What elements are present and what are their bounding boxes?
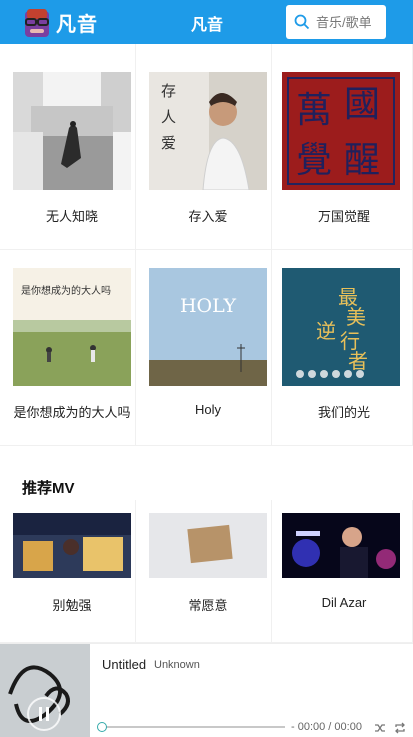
- cover-text: 人: [161, 108, 176, 126]
- cover-text: HOLY: [180, 295, 237, 317]
- mv-cover[interactable]: [282, 513, 400, 578]
- progress-knob[interactable]: [97, 722, 107, 732]
- page-title: 凡音: [190, 17, 223, 34]
- cover-text: 覺: [296, 140, 332, 181]
- album-card[interactable]: 萬 國 覺 醒 万国觉醒: [272, 44, 413, 250]
- album-title: 存入爱: [188, 209, 228, 224]
- now-playing-cover[interactable]: [0, 644, 90, 737]
- album-cover[interactable]: 最 美 逆 行 者: [282, 268, 400, 386]
- mv-cover[interactable]: [13, 513, 131, 578]
- app-logo[interactable]: 凡音: [22, 6, 108, 38]
- cover-text: 存: [161, 82, 176, 100]
- cover-text: 者: [348, 349, 368, 373]
- search-input[interactable]: [316, 14, 386, 30]
- album-title: Holy: [194, 402, 221, 417]
- mv-title: 常愿意: [188, 598, 228, 613]
- logo-avatar-icon: [22, 7, 52, 37]
- album-card[interactable]: 无人知晓: [0, 44, 136, 250]
- album-cover[interactable]: 萬 國 覺 醒: [282, 72, 400, 190]
- album-title: 是你想成为的大人吗: [13, 405, 131, 420]
- track-artist: Unknown: [154, 659, 200, 671]
- mv-card[interactable]: 常愿意: [136, 500, 272, 643]
- track-title: Untitled: [102, 657, 147, 672]
- album-cover[interactable]: 存 人 爱: [149, 72, 267, 190]
- search-box[interactable]: [286, 5, 386, 39]
- cover-text: 爱: [161, 134, 176, 152]
- progress-bar[interactable]: [97, 722, 285, 732]
- album-cover[interactable]: HOLY: [149, 268, 267, 386]
- album-title: 无人知晓: [45, 209, 98, 224]
- cover-text: 是你想成为的大人吗: [21, 284, 111, 297]
- repeat-icon[interactable]: [394, 721, 406, 734]
- cover-text: 國: [344, 84, 380, 125]
- cover-text: 醒: [344, 140, 380, 181]
- app-header: 凡音 凡音: [0, 0, 413, 44]
- album-cover[interactable]: [13, 72, 131, 190]
- album-card[interactable]: HOLY Holy: [136, 250, 272, 446]
- mv-card[interactable]: 别勉强: [0, 500, 136, 643]
- time-display: - 00:00 / 00:00: [291, 721, 362, 733]
- album-cover[interactable]: 是你想成为的大人吗: [13, 268, 131, 386]
- mv-title: Dil Azar: [321, 595, 367, 610]
- album-card[interactable]: 最 美 逆 行 者 我们的光: [272, 250, 413, 446]
- mv-title: 别勉强: [52, 598, 92, 613]
- cover-text: 美: [346, 305, 366, 329]
- logo-text: 凡音: [56, 13, 98, 36]
- mv-card[interactable]: Dil Azar: [272, 500, 413, 643]
- album-title: 万国觉醒: [317, 209, 370, 224]
- shuffle-icon[interactable]: [374, 721, 386, 733]
- mv-cover[interactable]: [149, 513, 267, 578]
- album-card[interactable]: 是你想成为的大人吗 是你想成为的大人吗: [0, 250, 136, 446]
- album-card[interactable]: 存 人 爱 存入爱: [136, 44, 272, 250]
- search-icon: [294, 14, 310, 30]
- cover-text: 逆: [316, 319, 336, 343]
- album-title: 我们的光: [317, 405, 370, 420]
- cover-text: 萬: [296, 90, 332, 131]
- section-title-mv: 推荐MV: [22, 480, 75, 497]
- music-player: Untitled Unknown - 00:00 / 00:00: [0, 643, 413, 737]
